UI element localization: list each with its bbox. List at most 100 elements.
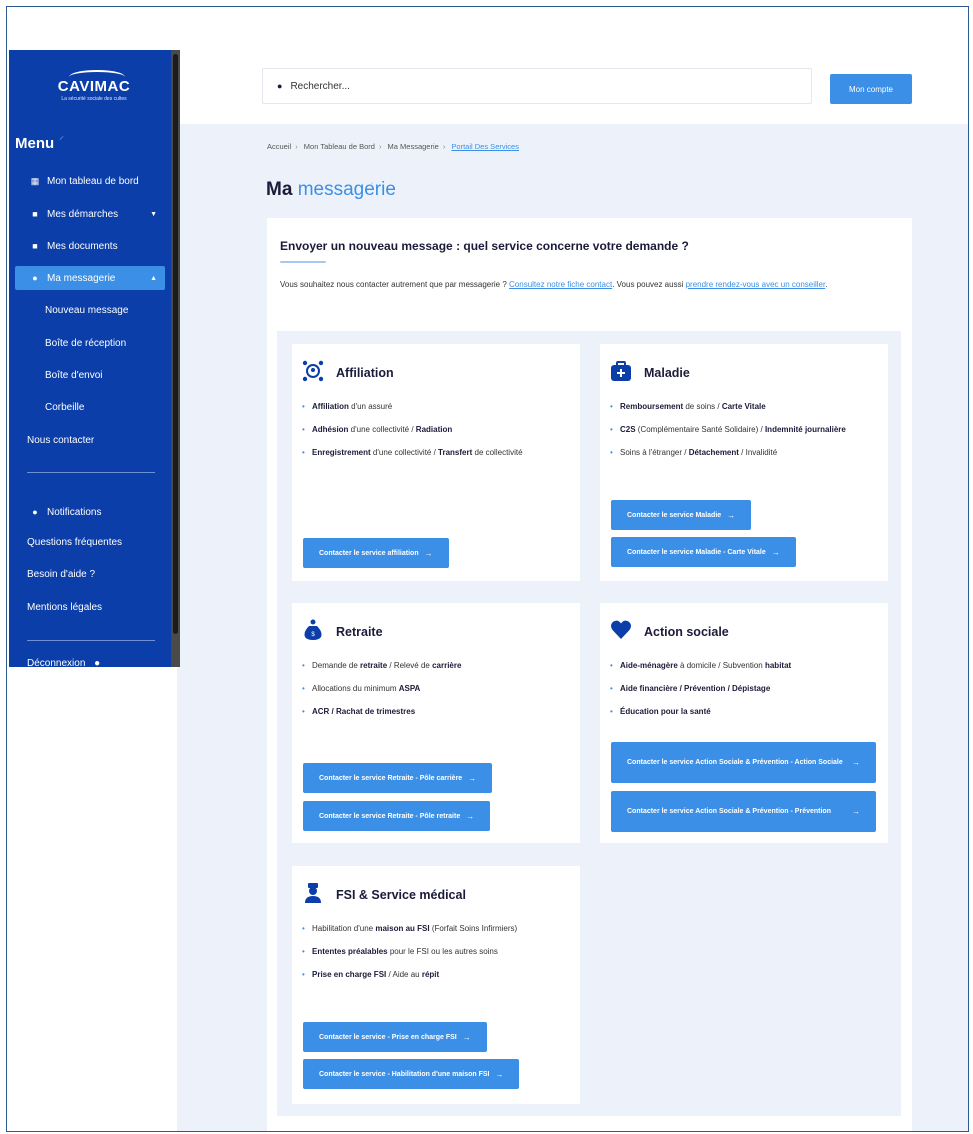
card-title: Action sociale xyxy=(644,625,729,639)
sidebar-item-legal[interactable]: Mentions légales xyxy=(27,602,102,613)
sidebar-item-faq[interactable]: Questions fréquentes xyxy=(27,537,122,548)
breadcrumb-current[interactable]: Portail Des Services xyxy=(451,142,519,151)
chevron-up-icon: ▲ xyxy=(150,274,157,282)
menu-title: Menu xyxy=(15,135,55,152)
page-title: Ma messagerie xyxy=(266,179,396,201)
intro-text: Vous souhaitez nous contacter autrement … xyxy=(280,280,510,289)
card-retraite: $ Retraite Demande de retraite / Relevé … xyxy=(292,603,580,843)
list-item: Adhésion d'une collectivité / Radiation xyxy=(302,423,566,436)
arrow-right-icon: → xyxy=(852,758,860,767)
sidebar-item-messaging[interactable]: ● Ma messagerie ▲ xyxy=(15,266,165,290)
button-label: Contacter le service affiliation xyxy=(319,549,419,557)
sidebar-item-dashboard[interactable]: ▦ Mon tableau de bord xyxy=(15,169,165,193)
arrow-right-icon: → xyxy=(468,773,477,783)
contact-maladie-carte-vitale-button[interactable]: Contacter le service Maladie - Carte Vit… xyxy=(611,537,796,567)
breadcrumb-messaging[interactable]: Ma Messagerie xyxy=(388,142,439,151)
list-item: Demande de retraite / Relevé de carrière xyxy=(302,659,566,672)
card-title: Retraite xyxy=(336,625,383,639)
sidebar: CAVIMAC La sécurité sociale des cultes M… xyxy=(9,50,171,669)
arrow-right-icon: → xyxy=(424,548,433,558)
list-item: Éducation pour la santé xyxy=(610,705,874,718)
list-item: ACR / Rachat de trimestres xyxy=(302,705,566,718)
sidebar-subitem-new-message[interactable]: Nouveau message xyxy=(45,305,128,316)
sidebar-item-label: Mon tableau de bord xyxy=(47,175,139,187)
card-maladie: Maladie Remboursement de soins / Carte V… xyxy=(600,344,888,581)
page-title-part2: messagerie xyxy=(297,179,396,200)
card-fsi: FSI & Service médical Habilitation d'une… xyxy=(292,866,580,1104)
contact-affiliation-button[interactable]: Contacter le service affiliation → xyxy=(303,538,449,568)
sidebar-subitem-outbox[interactable]: Boîte d'envoi xyxy=(45,370,103,381)
list-item: Soins à l'étranger / Détachement / Inval… xyxy=(610,446,874,459)
contact-fsi-habilitation-button[interactable]: Contacter le service - Habilitation d'un… xyxy=(303,1059,520,1089)
button-label: Contacter le service Maladie - Carte Vit… xyxy=(627,548,766,556)
button-label: Contacter le service - Habilitation d'un… xyxy=(319,1070,490,1078)
sidebar-subitem-inbox[interactable]: Boîte de réception xyxy=(45,338,126,349)
search-icon: ● xyxy=(277,81,283,91)
medical-kit-icon xyxy=(611,361,631,381)
button-label: Contacter le service Maladie xyxy=(627,511,722,519)
account-button[interactable]: Mon compte xyxy=(830,74,912,104)
grid-icon: ▦ xyxy=(30,175,40,186)
list-item: C2S (Complémentaire Santé Solidaire) / I… xyxy=(610,423,874,436)
sidebar-subitem-trash[interactable]: Corbeille xyxy=(45,402,84,413)
contact-retraite-carriere-button[interactable]: Contacter le service Retraite - Pôle car… xyxy=(303,763,493,793)
sidebar-divider xyxy=(27,472,155,473)
breadcrumb-separator: › xyxy=(442,142,446,151)
logout-label: Déconnexion xyxy=(27,658,86,669)
contact-prevention-button[interactable]: Contacter le service Action Sociale & Pr… xyxy=(611,791,876,832)
contact-retraite-pole-button[interactable]: Contacter le service Retraite - Pôle ret… xyxy=(303,801,491,831)
card-bullets: Demande de retraite / Relevé de carrière… xyxy=(302,659,566,728)
breadcrumb: Accueil › Mon Tableau de Bord › Ma Message… xyxy=(267,142,519,151)
sidebar-item-label: Mes démarches xyxy=(47,208,119,220)
button-label: Contacter le service Retraite - Pôle car… xyxy=(319,774,463,782)
list-item: Habilitation d'une maison au FSI (Forfai… xyxy=(302,922,566,935)
list-item: Ententes préalables pour le FSI ou les a… xyxy=(302,945,566,958)
list-item: Aide financière / Prévention / Dépistage xyxy=(610,682,874,695)
app-frame: CAVIMAC La sécurité sociale des cultes M… xyxy=(6,6,969,1132)
sparkle-icon: ⸝ xyxy=(369,177,374,187)
sidebar-item-contact[interactable]: Nous contacter xyxy=(27,435,94,446)
card-bullets: Habilitation d'une maison au FSI (Forfai… xyxy=(302,922,566,991)
list-item: Affiliation d'un assuré xyxy=(302,400,566,413)
arrow-right-icon: → xyxy=(462,1032,471,1042)
sidebar-item-documents[interactable]: ■ Mes documents xyxy=(15,234,165,258)
sidebar-scrollbar[interactable] xyxy=(171,50,180,667)
card-title: Affiliation xyxy=(336,366,394,380)
folder-icon: ■ xyxy=(32,209,38,219)
card-affiliation: Affiliation Affiliation d'un assuré Adhé… xyxy=(292,344,580,581)
card-title: Maladie xyxy=(644,366,690,380)
sidebar-item-label: Ma messagerie xyxy=(47,272,116,284)
sidebar-item-label: Mes documents xyxy=(47,240,118,252)
card-bullets: Remboursement de soins / Carte Vitale C2… xyxy=(610,400,874,469)
logo-arc xyxy=(69,70,125,84)
sidebar-item-procedures[interactable]: ■ Mes démarches ▼ xyxy=(15,202,165,226)
breadcrumb-home[interactable]: Accueil xyxy=(267,142,291,151)
arrow-right-icon: → xyxy=(495,1069,504,1079)
new-message-panel: Envoyer un nouveau message : quel servic… xyxy=(267,218,912,1131)
search-bar[interactable]: ● Rechercher... xyxy=(262,68,812,104)
contact-sheet-link[interactable]: Consultez notre fiche contact xyxy=(509,280,612,289)
contact-fsi-prise-en-charge-button[interactable]: Contacter le service - Prise en charge F… xyxy=(303,1022,487,1052)
heart-icon xyxy=(610,620,632,639)
arrow-right-icon: → xyxy=(466,811,475,821)
contact-action-sociale-button[interactable]: Contacter le service Action Sociale & Pr… xyxy=(611,742,876,783)
chevron-down-icon: ▼ xyxy=(150,210,157,218)
logout-link[interactable]: Déconnexion ● xyxy=(27,658,100,669)
logo[interactable]: CAVIMAC La sécurité sociale des cultes xyxy=(49,70,139,102)
list-item: Prise en charge FSI / Aide au répit xyxy=(302,968,566,981)
arrow-right-icon: → xyxy=(727,510,736,520)
sidebar-item-notifications[interactable]: ● Notifications xyxy=(15,500,165,524)
sidebar-divider xyxy=(27,640,155,641)
intro-text: . xyxy=(825,280,828,289)
search-input[interactable]: Rechercher... xyxy=(290,81,349,92)
heading-underline xyxy=(280,261,326,263)
intro-text: . Vous pouvez aussi xyxy=(612,280,686,289)
list-item: Allocations du minimum ASPA xyxy=(302,682,566,695)
appointment-link[interactable]: prendre rendez-vous avec un conseiller xyxy=(686,280,826,289)
sidebar-item-help[interactable]: Besoin d'aide ? xyxy=(27,569,95,580)
list-item: Remboursement de soins / Carte Vitale xyxy=(610,400,874,413)
breadcrumb-dashboard[interactable]: Mon Tableau de Bord xyxy=(304,142,375,151)
scrollbar-thumb[interactable] xyxy=(173,54,178,634)
contact-maladie-button[interactable]: Contacter le service Maladie → xyxy=(611,500,752,530)
list-item: Aide-ménagère à domicile / Subvention ha… xyxy=(610,659,874,672)
